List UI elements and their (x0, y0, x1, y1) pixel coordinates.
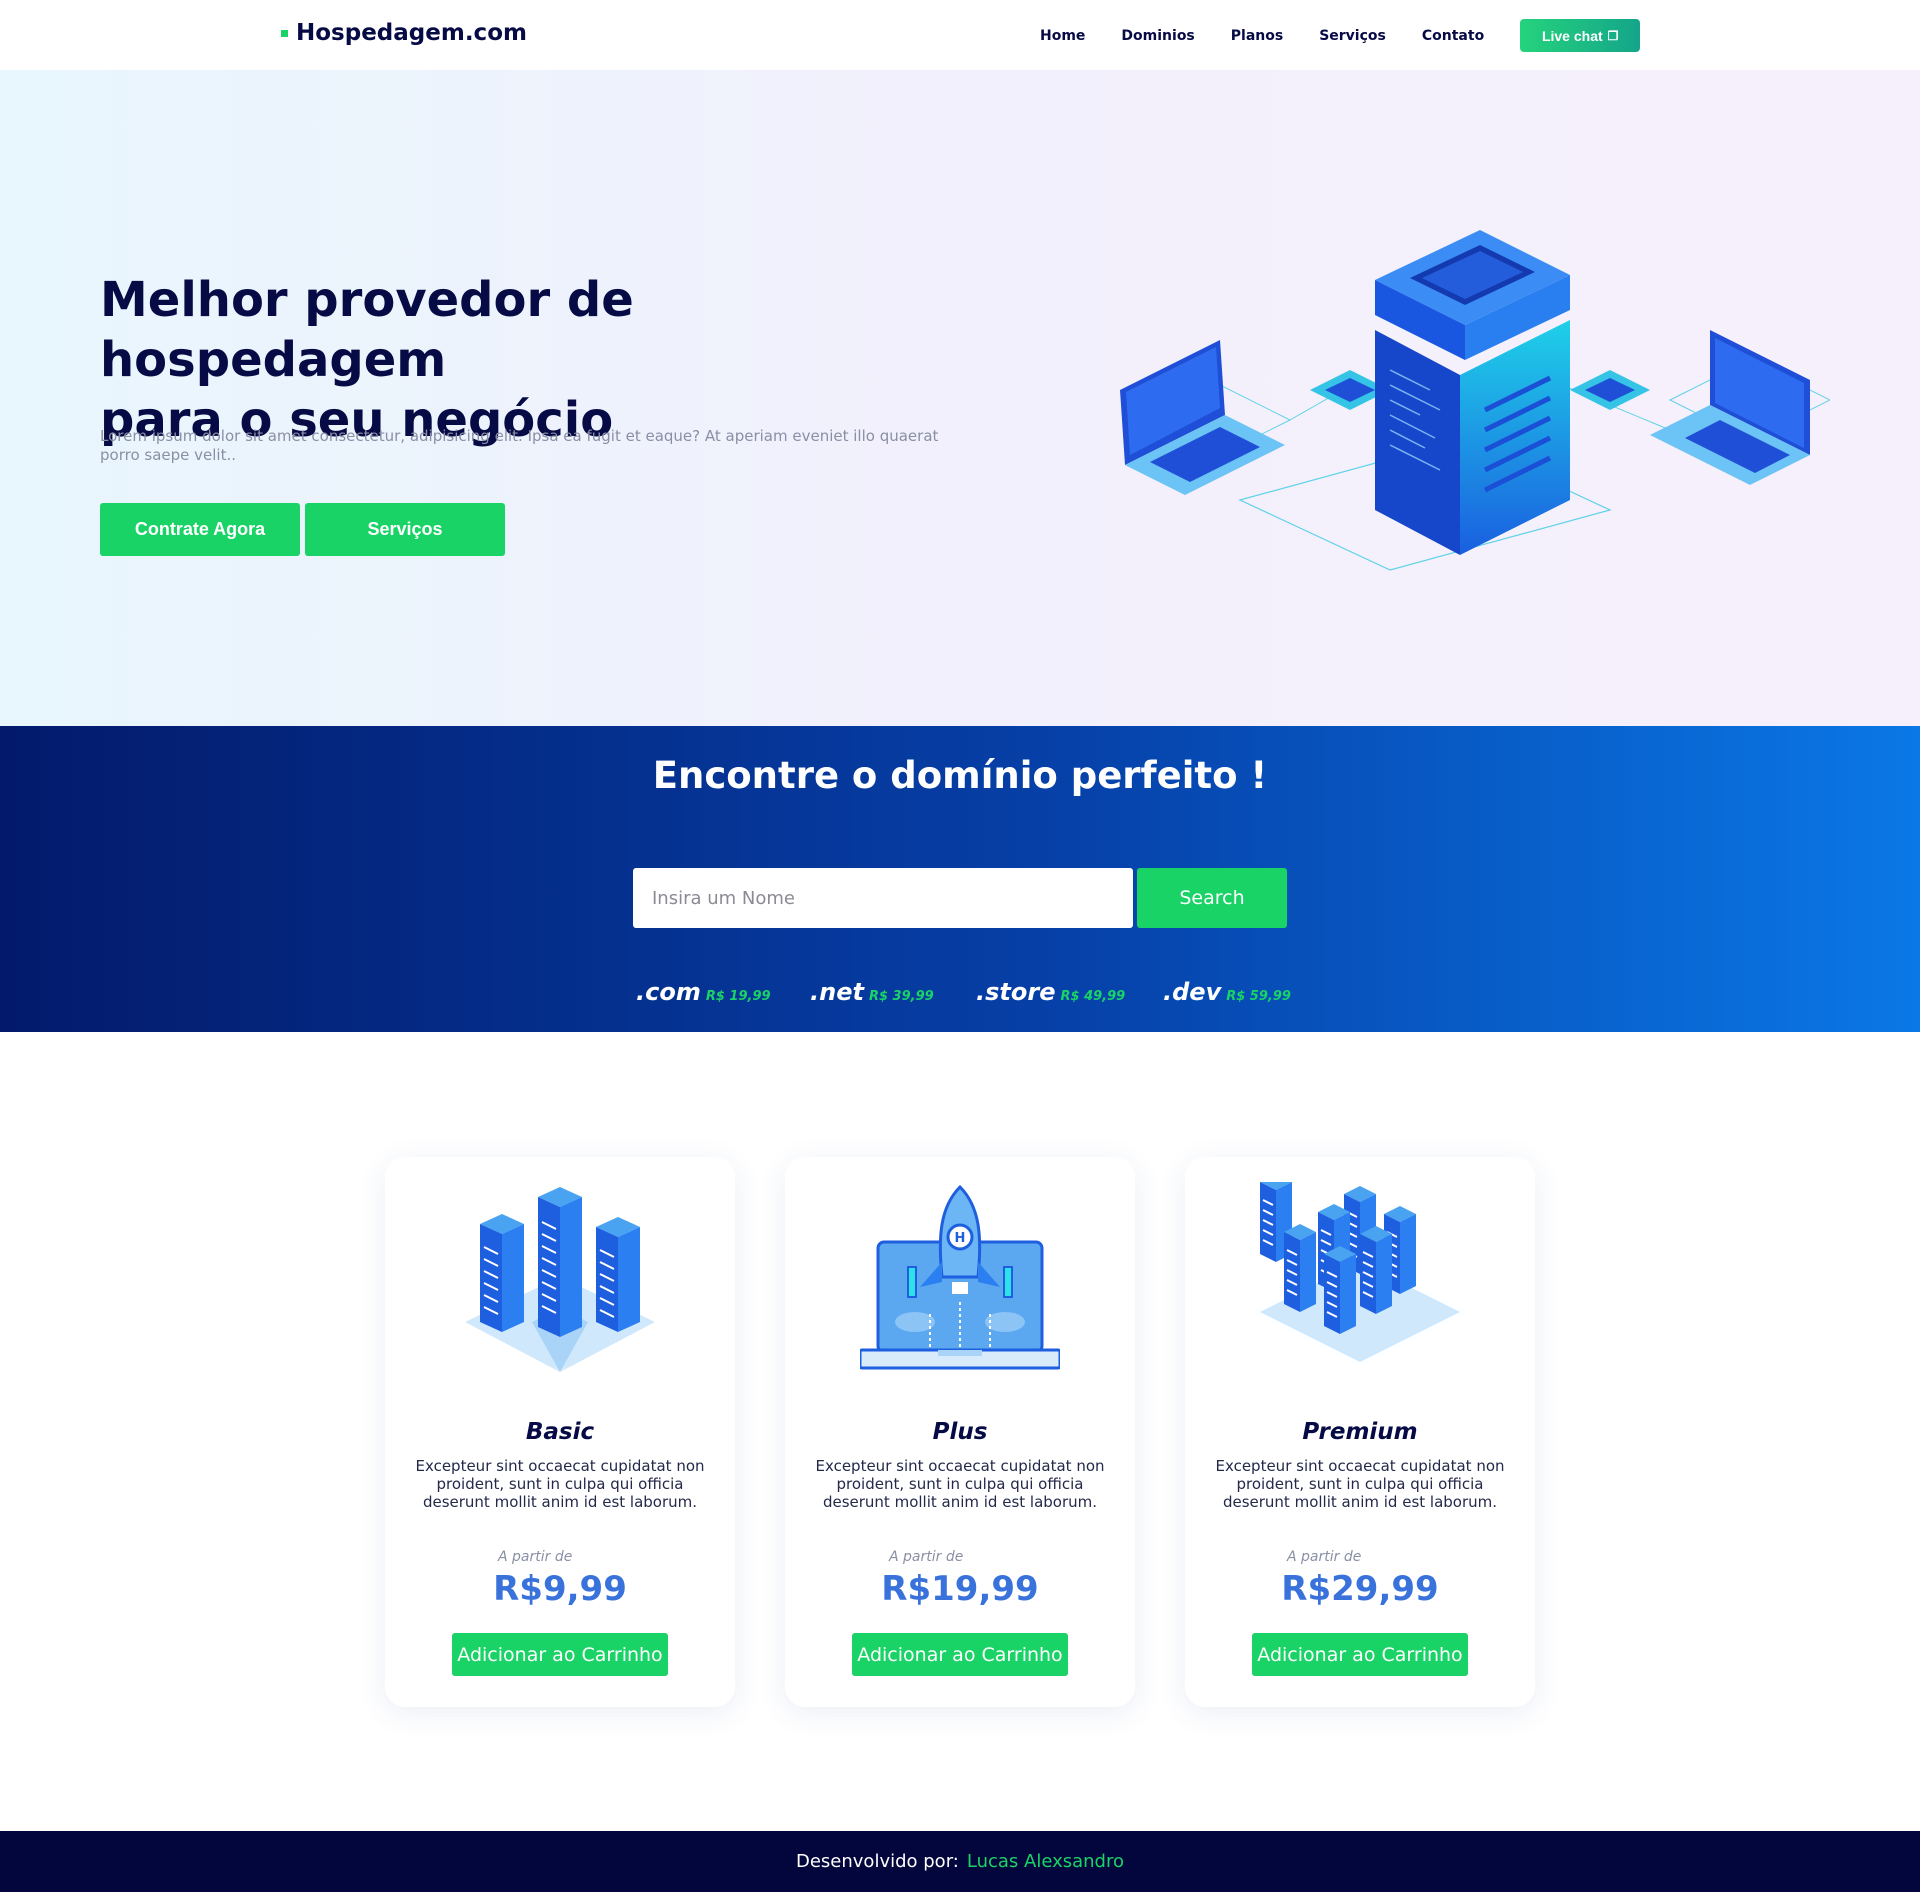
server-racks-icon (465, 1187, 655, 1372)
logo-mark-icon (281, 29, 288, 37)
nav-link-contato[interactable]: Contato (1422, 20, 1484, 52)
logo[interactable]: Hospedagem.com (281, 20, 527, 46)
tld-price: R$ 19,99 (705, 989, 771, 1004)
tld-extension: .net (810, 978, 864, 1006)
add-to-cart-button[interactable]: Adicionar ao Carrinho (852, 1633, 1068, 1676)
svg-text:H: H (955, 1231, 966, 1246)
domain-search-input[interactable] (633, 868, 1133, 928)
top-nav: Hospedagem.com Home Dominios Planos Serv… (0, 0, 1920, 70)
add-to-cart-button[interactable]: Adicionar ao Carrinho (1252, 1633, 1468, 1676)
chat-bubble-icon: ❐ (1607, 28, 1619, 43)
tld-item: .store R$ 49,99 (976, 978, 1125, 1006)
plan-price: R$29,99 (1281, 1569, 1439, 1609)
servicos-button[interactable]: Serviços (305, 503, 505, 556)
live-chat-label: Live chat (1541, 27, 1603, 44)
tld-extension: .store (976, 978, 1056, 1006)
domain-title: Encontre o domínio perfeito ! (652, 754, 1268, 797)
tld-extension: .com (636, 978, 701, 1006)
tld-price: R$ 49,99 (1060, 989, 1126, 1004)
search-button[interactable]: Search (1137, 868, 1287, 928)
plan-description: Excepteur sint occaecat cupidatat non pr… (815, 1457, 1105, 1511)
plan-from-label: A partir de (1287, 1549, 1362, 1565)
rocket-laptop-icon: H (860, 1184, 1060, 1370)
plan-name: Plus (932, 1419, 988, 1445)
tld-item: .dev R$ 59,99 (1163, 978, 1291, 1006)
hero-title-line1: Melhor provedor de hospedagem (100, 272, 634, 388)
plan-card-basic: Basic Excepteur sint occaecat cupidatat … (385, 1157, 735, 1707)
server-network-illustration (1120, 230, 1830, 571)
nav-link-servicos[interactable]: Serviços (1319, 20, 1386, 52)
footer: Desenvolvido por: Lucas Alexsandro (0, 1831, 1920, 1892)
nav-links: Home Dominios Planos Serviços Contato Li… (1040, 19, 1641, 52)
plan-card-plus: H Plus Excepteur sint occaecat cupidatat… (785, 1157, 1135, 1707)
plan-price: R$19,99 (881, 1569, 1039, 1609)
footer-credit-label: Desenvolvido por: (795, 1851, 959, 1872)
footer-author-link[interactable]: Lucas Alexsandro (967, 1851, 1124, 1872)
plan-card-premium: Premium Excepteur sint occaecat cupidata… (1185, 1157, 1535, 1707)
nav-link-dominios[interactable]: Dominios (1121, 20, 1194, 52)
tld-item: .com R$ 19,99 (636, 978, 771, 1006)
tld-price: R$ 59,99 (1226, 989, 1291, 1004)
tld-item: .net R$ 39,99 (810, 978, 934, 1006)
hero-section: Melhor provedor de hospedagem para o seu… (0, 70, 1920, 726)
tld-price: R$ 39,99 (868, 989, 934, 1004)
nav-link-planos[interactable]: Planos (1231, 20, 1283, 52)
hero-title: Melhor provedor de hospedagem para o seu… (100, 270, 940, 450)
logo-text: Hospedagem.com (296, 20, 527, 46)
add-to-cart-button[interactable]: Adicionar ao Carrinho (452, 1633, 668, 1676)
plan-price: R$9,99 (493, 1569, 627, 1609)
server-cluster-icon (1260, 1182, 1460, 1362)
plan-description: Excepteur sint occaecat cupidatat non pr… (1215, 1457, 1505, 1511)
plan-name: Premium (1302, 1419, 1418, 1445)
plan-description: Excepteur sint occaecat cupidatat non pr… (415, 1457, 705, 1511)
nav-link-home[interactable]: Home (1040, 20, 1085, 52)
hero-description: Lorem ipsum dolor sit amet consectetur, … (100, 427, 939, 464)
live-chat-button[interactable]: Live chat ❐ (1520, 19, 1641, 52)
plan-from-label: A partir de (498, 1549, 573, 1565)
plan-name: Basic (525, 1419, 595, 1445)
plan-from-label: A partir de (889, 1549, 964, 1565)
tld-extension: .dev (1163, 978, 1222, 1006)
contrate-agora-button[interactable]: Contrate Agora (100, 503, 300, 556)
domain-search-section: Encontre o domínio perfeito ! Search .co… (0, 726, 1920, 1032)
